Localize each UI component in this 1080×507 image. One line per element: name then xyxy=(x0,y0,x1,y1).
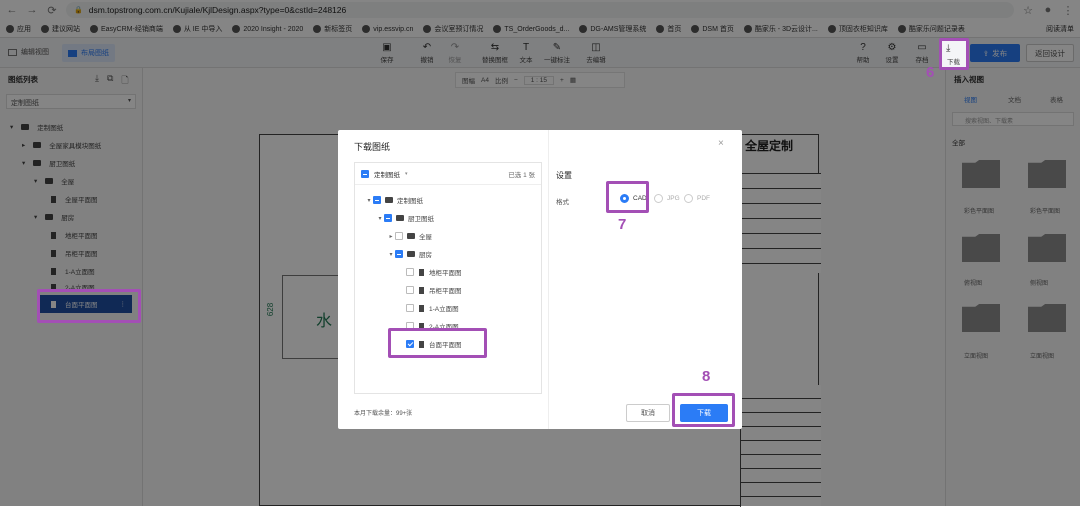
dialog-divider xyxy=(548,130,549,429)
caret-right-icon[interactable]: ▸ xyxy=(387,233,395,240)
download-quota-note: 本月下载余量：99+张 xyxy=(354,411,413,417)
tree-node-checkbox[interactable] xyxy=(395,232,403,240)
tree-node-checkbox[interactable] xyxy=(406,304,414,312)
tree-header: 定制图纸 ▾ 已选 1 张 xyxy=(355,163,541,185)
format-pdf-label: PDF xyxy=(697,195,710,202)
tree-node[interactable]: ▸ 全屋 xyxy=(355,227,541,245)
tree-node[interactable]: 1-A立面图 xyxy=(355,299,541,317)
callout-step-8: 8 xyxy=(702,368,711,385)
highlight-format-cad xyxy=(606,181,649,213)
folder-icon xyxy=(407,251,415,257)
file-icon xyxy=(419,304,424,312)
tree-node-checkbox[interactable] xyxy=(384,214,392,222)
drawing-select-tree: 定制图纸 ▾ 已选 1 张 ▾ 定制图纸 ▾ 厨卫图纸 ▸ 全屋 ▾ 厨房地柜平面图吊柜平面图… xyxy=(354,162,542,394)
tree-node-checkbox[interactable] xyxy=(373,196,381,204)
close-icon[interactable]: × xyxy=(718,138,724,149)
radio-icon xyxy=(684,194,693,203)
tree-node[interactable]: ▾ 厨房 xyxy=(355,245,541,263)
tree-node-label: 吊柜平面图 xyxy=(429,288,462,295)
folder-icon xyxy=(396,215,404,221)
radio-icon xyxy=(654,194,663,203)
callout-step-7: 7 xyxy=(618,216,627,233)
tree-node-checkbox[interactable] xyxy=(406,286,414,294)
cancel-label: 取消 xyxy=(641,410,655,417)
tree-node-checkbox[interactable] xyxy=(395,250,403,258)
caret-down-icon[interactable]: ▾ xyxy=(376,215,384,222)
tree-node-label: 全屋 xyxy=(419,234,432,241)
download-drawing-dialog: 下载图纸 × 定制图纸 ▾ 已选 1 张 ▾ 定制图纸 ▾ 厨卫图纸 ▸ 全屋 ▾ 厨房地柜平… xyxy=(338,130,742,429)
caret-down-icon[interactable]: ▾ xyxy=(365,197,373,204)
format-label: 格式 xyxy=(556,199,569,206)
format-pdf-radio[interactable]: PDF xyxy=(684,194,710,203)
file-icon xyxy=(419,268,424,276)
highlight-download-button xyxy=(672,393,735,427)
select-all-checkbox[interactable] xyxy=(361,169,369,178)
tree-node-label: 地柜平面图 xyxy=(429,270,462,277)
highlight-countertop-checkbox xyxy=(388,328,487,358)
highlight-download-toolbar xyxy=(939,38,969,70)
tree-node[interactable]: 吊柜平面图 xyxy=(355,281,541,299)
callout-step-6: 6 xyxy=(926,64,935,81)
tree-header-label: 定制图纸 xyxy=(374,171,400,179)
tree-node-checkbox[interactable] xyxy=(406,268,414,276)
folder-icon xyxy=(407,233,415,239)
dialog-title: 下载图纸 xyxy=(354,142,391,152)
caret-down-icon[interactable]: ▾ xyxy=(387,251,395,258)
selected-count: 已选 1 张 xyxy=(508,171,535,179)
settings-title: 设置 xyxy=(556,171,572,180)
file-icon xyxy=(419,286,424,294)
tree-node[interactable]: ▾ 厨卫图纸 xyxy=(355,209,541,227)
format-jpg-radio[interactable]: JPG xyxy=(654,194,680,203)
tree-node-label: 厨房 xyxy=(419,252,432,259)
tree-node[interactable]: 地柜平面图 xyxy=(355,263,541,281)
cancel-button[interactable]: 取消 xyxy=(626,404,670,422)
tree-node-label: 厨卫图纸 xyxy=(408,216,434,223)
format-jpg-label: JPG xyxy=(667,195,680,202)
tree-node[interactable]: ▾ 定制图纸 xyxy=(355,191,541,209)
tree-node-label: 定制图纸 xyxy=(397,198,423,205)
highlight-countertop-item xyxy=(37,289,141,323)
chevron-down-icon[interactable]: ▾ xyxy=(405,171,408,177)
folder-icon xyxy=(385,197,393,203)
tree-node-label: 1-A立面图 xyxy=(429,306,459,313)
